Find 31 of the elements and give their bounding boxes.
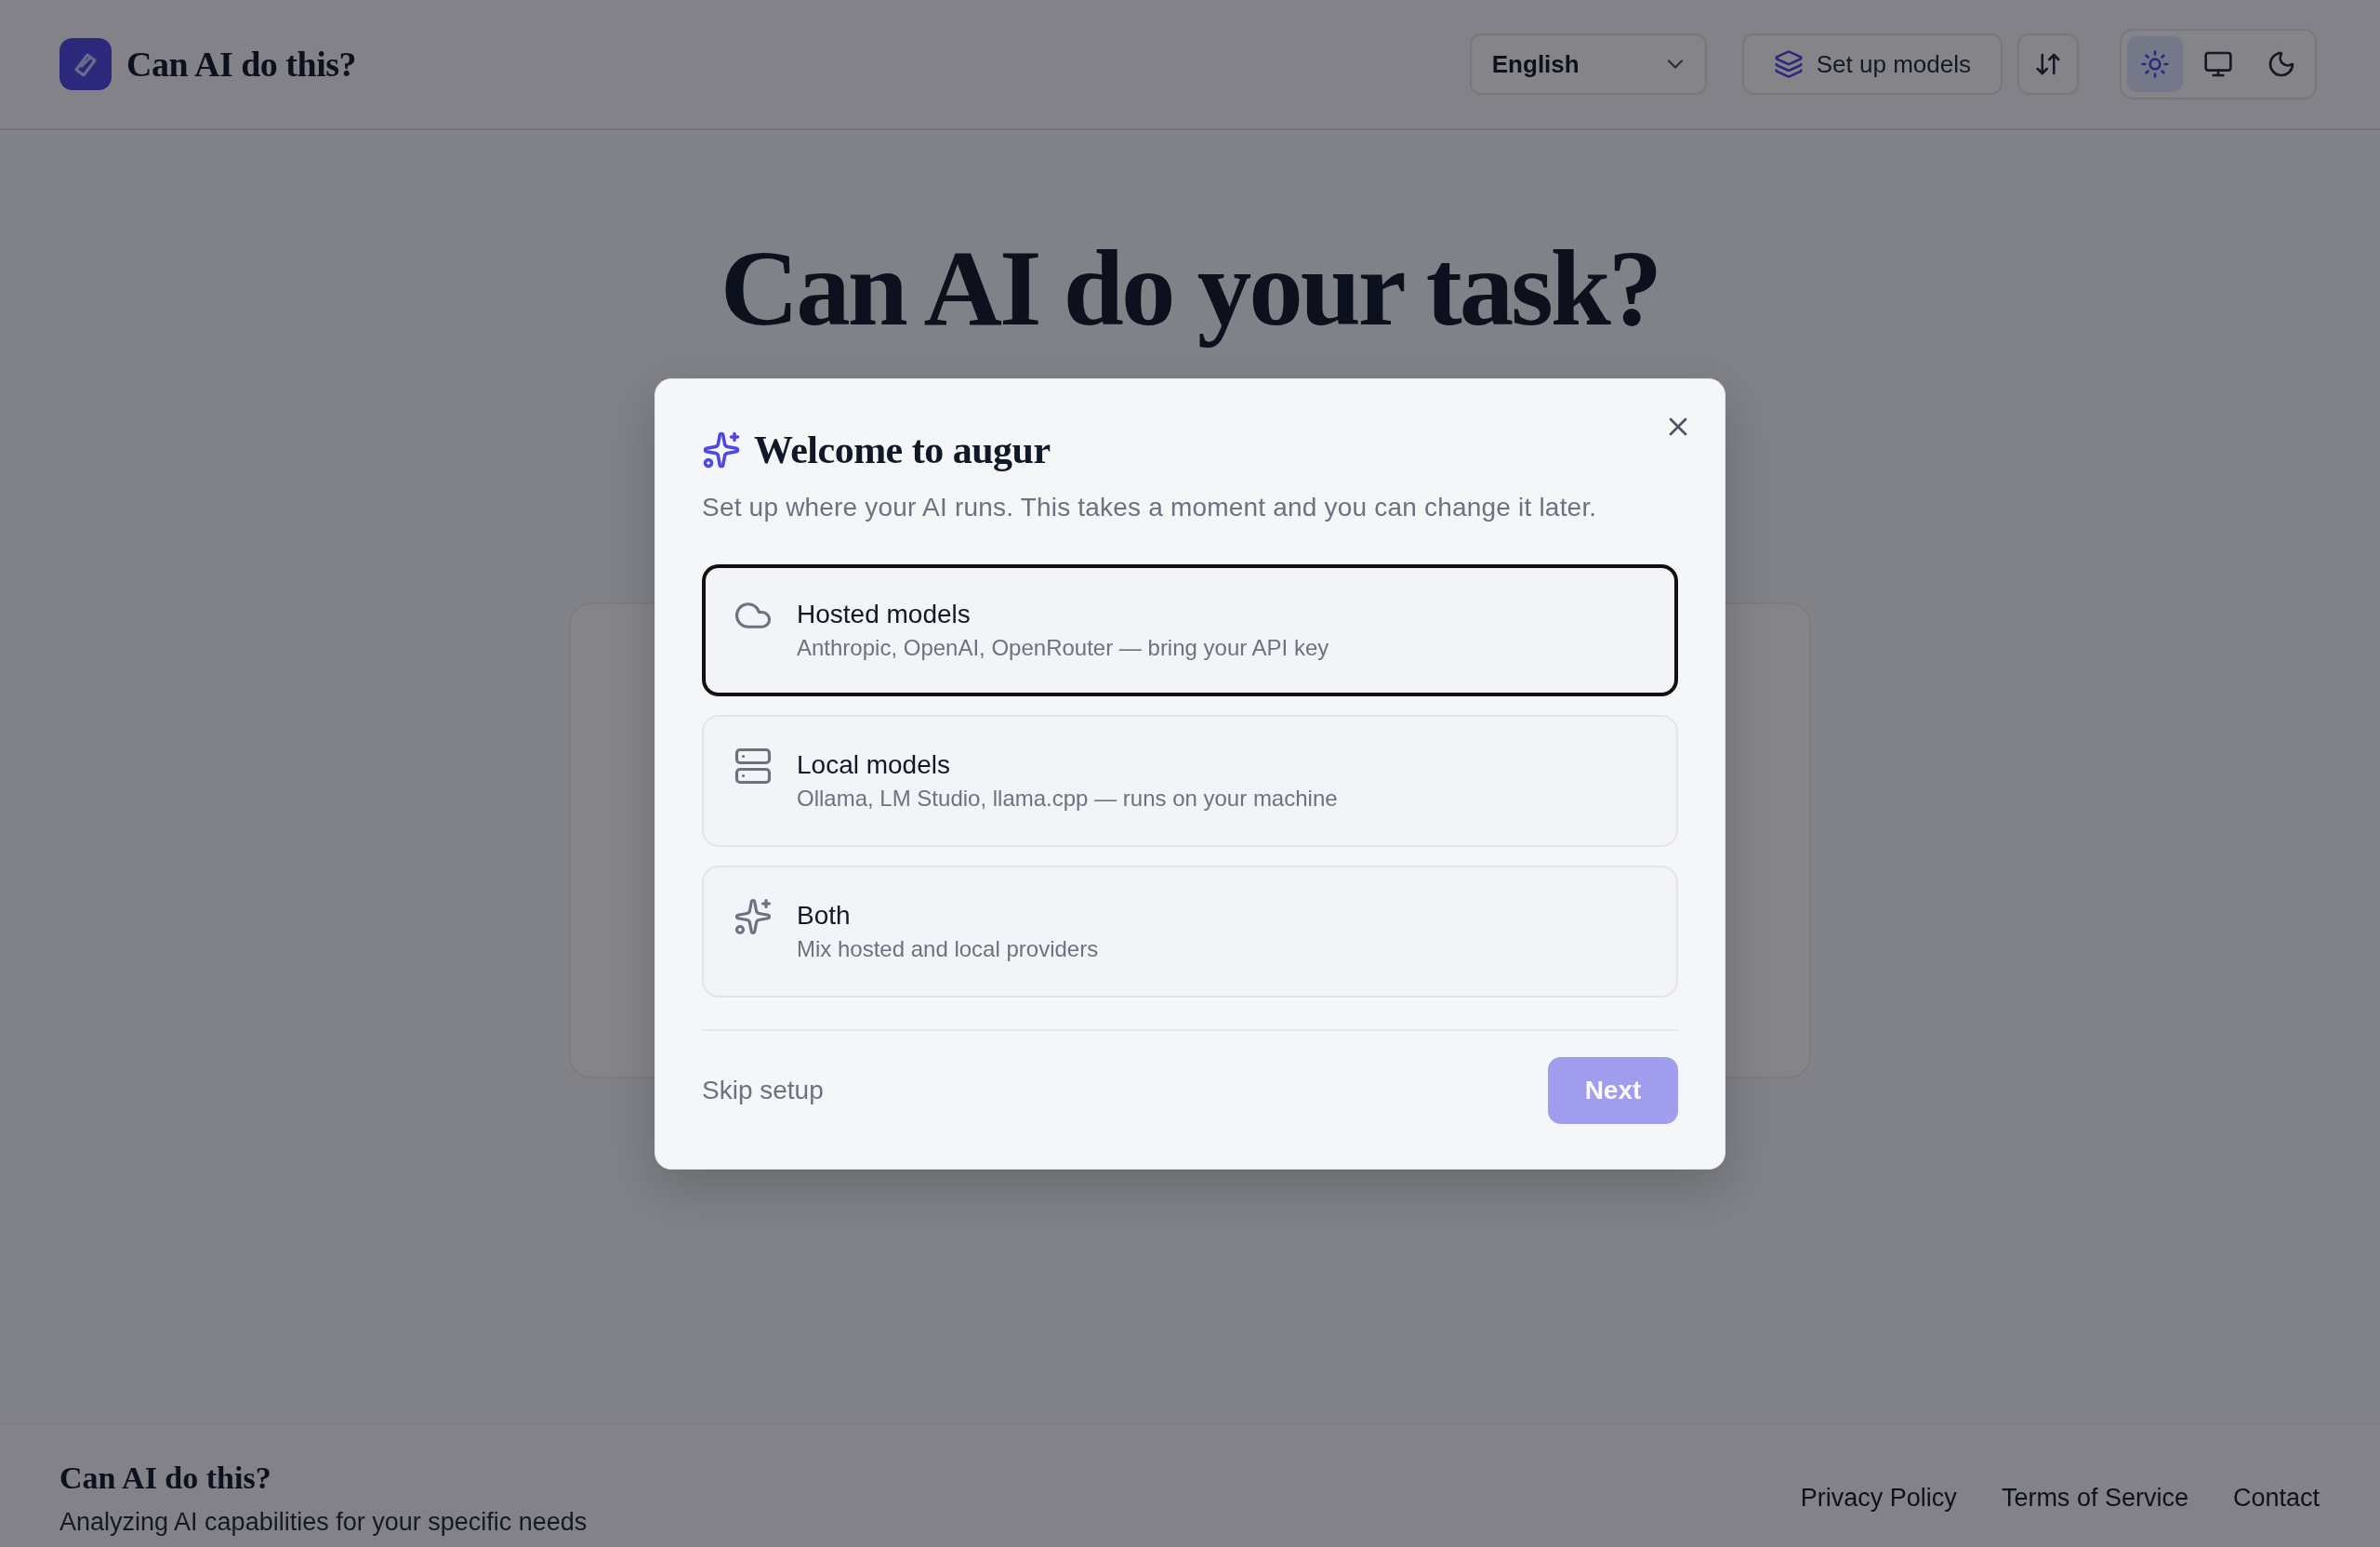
- footer-tagline: Analyzing AI capabilities for your specific needs: [60, 1507, 588, 1538]
- option-title: Both: [797, 899, 852, 932]
- option-card[interactable]: Hosted models Anthropic, OpenAI, OpenRouter — bring your API key: [702, 563, 1678, 696]
- option-description: Anthropic, OpenAI, OpenRouter — bring your API key: [797, 633, 1329, 662]
- footer-link[interactable]: Contact: [2232, 1483, 2320, 1513]
- server-icon: [734, 746, 773, 786]
- option-card[interactable]: Both Mix hosted and local providers: [702, 865, 1678, 998]
- option-title: Hosted models: [797, 598, 972, 630]
- monitor-icon: [2203, 49, 2233, 79]
- option-description: Mix hosted and local providers: [797, 934, 1099, 963]
- dialog-subtitle: Set up where your AI runs. This takes a moment and you can change it later.: [702, 491, 1598, 523]
- moon-icon: [2267, 49, 2296, 79]
- brand-name: Can AI do this?: [126, 44, 356, 85]
- sparkles-icon: [702, 430, 741, 469]
- layers-icon: [1773, 49, 1804, 79]
- swap-button[interactable]: [2017, 33, 2079, 95]
- language-select[interactable]: English: [1469, 33, 1707, 95]
- theme-button[interactable]: [2127, 36, 2183, 92]
- footer-brand: Can AI do this?: [60, 1460, 272, 1497]
- sun-icon: [2140, 49, 2170, 79]
- skip-setup-link[interactable]: Skip setup: [702, 1075, 824, 1105]
- sparkles-icon: [734, 896, 773, 936]
- footer-link[interactable]: Privacy Policy: [1800, 1483, 1957, 1513]
- hero-title: Can AI do your task?: [720, 227, 1660, 350]
- dialog-title: Welcome to augur: [754, 427, 1051, 472]
- option-card[interactable]: Local models Ollama, LM Studio, llama.cpp — runs on your machine: [702, 714, 1678, 847]
- option-title: Local models: [797, 748, 951, 781]
- option-description: Ollama, LM Studio, llama.cpp — runs on your machine: [797, 784, 1338, 813]
- footer-link[interactable]: Terms of Service: [2001, 1483, 2188, 1513]
- logo-icon: [60, 38, 112, 90]
- set-up-models-button[interactable]: Set up models: [1741, 33, 2003, 95]
